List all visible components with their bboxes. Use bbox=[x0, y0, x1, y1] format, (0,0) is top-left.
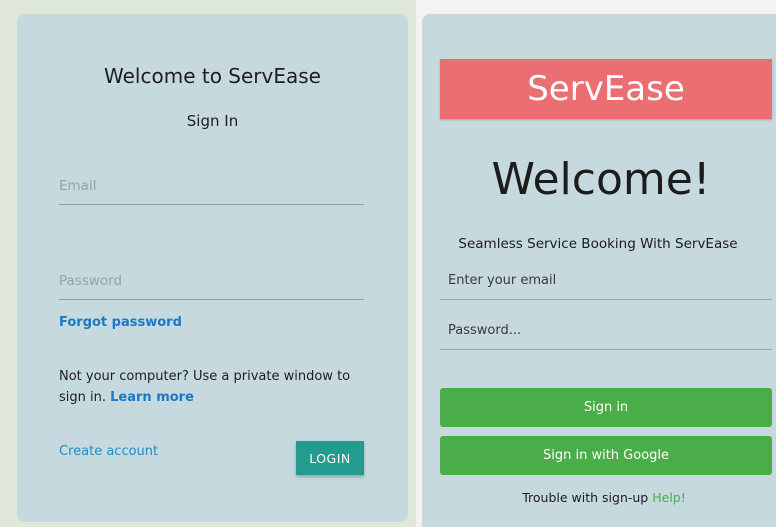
create-account-link[interactable]: Create account bbox=[59, 444, 158, 459]
right-welcome-heading: Welcome! bbox=[491, 154, 711, 205]
signup-help-line: Trouble with sign-up Help! bbox=[422, 490, 776, 505]
private-window-note: Not your computer? Use a private window … bbox=[59, 366, 369, 408]
left-email-input[interactable] bbox=[59, 178, 364, 205]
forgot-password-link[interactable]: Forgot password bbox=[59, 315, 182, 330]
right-email-input[interactable] bbox=[440, 273, 772, 300]
left-password-input[interactable] bbox=[59, 273, 364, 300]
trouble-text: Trouble with sign-up bbox=[522, 490, 649, 505]
right-tagline: Seamless Service Booking With ServEase bbox=[458, 236, 738, 252]
learn-more-link[interactable]: Learn more bbox=[110, 390, 194, 405]
private-window-text: Not your computer? Use a private window … bbox=[59, 369, 351, 405]
right-password-input[interactable] bbox=[440, 323, 772, 350]
left-signin-subtitle: Sign In bbox=[186, 112, 239, 130]
login-button[interactable]: LOGIN bbox=[296, 441, 364, 475]
brand-name: ServEase bbox=[527, 69, 685, 109]
brand-banner: ServEase bbox=[440, 59, 772, 119]
google-signin-button[interactable]: Sign in with Google bbox=[440, 436, 772, 475]
signin-button[interactable]: Sign in bbox=[440, 388, 772, 427]
left-welcome-title: Welcome to ServEase bbox=[104, 64, 321, 88]
help-link[interactable]: Help! bbox=[652, 490, 686, 505]
